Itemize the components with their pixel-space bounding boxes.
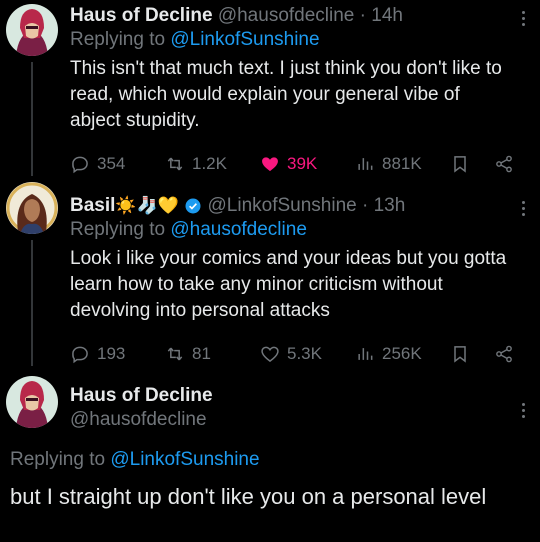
views-count: 256K bbox=[382, 344, 422, 363]
verified-icon bbox=[185, 198, 201, 214]
separator: · bbox=[359, 5, 366, 26]
reply-button[interactable]: 354 bbox=[70, 152, 125, 176]
replying-to-label: Replying to bbox=[70, 29, 166, 50]
tweet-2[interactable]: Basil☀️🧦💛 @LinkofSunshine · 13h Replying… bbox=[0, 180, 540, 370]
share-button[interactable] bbox=[494, 342, 514, 366]
replying-to-link[interactable]: @LinkofSunshine bbox=[170, 29, 319, 50]
action-bar: 193 81 5.3K 256K bbox=[70, 342, 518, 366]
like-icon bbox=[261, 346, 279, 363]
share-icon bbox=[496, 345, 512, 363]
share-button[interactable] bbox=[494, 152, 514, 176]
separator: · bbox=[362, 195, 369, 216]
more-icon[interactable] bbox=[522, 8, 526, 29]
views-icon bbox=[358, 348, 373, 360]
author-name[interactable]: Haus of Decline bbox=[70, 385, 213, 406]
views-count: 881K bbox=[382, 154, 422, 173]
tweet-1[interactable]: Haus of Decline @hausofdecline · 14h Rep… bbox=[0, 0, 540, 180]
author-name[interactable]: Basil bbox=[70, 195, 115, 216]
author-handle[interactable]: @hausofdecline bbox=[70, 409, 207, 430]
avatar[interactable] bbox=[6, 376, 58, 428]
views-icon bbox=[358, 158, 373, 170]
like-icon bbox=[262, 157, 278, 172]
replying-to-link[interactable]: @hausofdecline bbox=[170, 219, 307, 240]
bookmark-icon bbox=[454, 156, 466, 173]
timestamp[interactable]: 13h bbox=[374, 195, 406, 216]
bookmark-button[interactable] bbox=[450, 342, 470, 366]
replying-to-link[interactable]: @LinkofSunshine bbox=[110, 449, 259, 470]
replying-to-label: Replying to bbox=[10, 449, 106, 470]
thread-line bbox=[31, 240, 33, 366]
tweet-text: Look i like your comics and your ideas b… bbox=[70, 248, 507, 321]
reply-count: 354 bbox=[97, 154, 126, 173]
repost-icon bbox=[167, 157, 183, 171]
repost-button[interactable]: 1.2K bbox=[165, 152, 227, 176]
action-bar: 354 1.2K 39K 881K bbox=[70, 152, 518, 176]
reply-icon bbox=[72, 156, 88, 174]
replying-to-label: Replying to bbox=[70, 219, 166, 240]
author-handle[interactable]: @hausofdecline bbox=[218, 5, 355, 26]
like-count: 5.3K bbox=[287, 344, 322, 363]
author-handle[interactable]: @LinkofSunshine bbox=[208, 195, 357, 216]
more-icon[interactable] bbox=[522, 400, 526, 421]
author-name[interactable]: Haus of Decline bbox=[70, 5, 213, 26]
tweet-text: but I straight up don't like you on a pe… bbox=[10, 484, 487, 509]
repost-icon bbox=[167, 347, 183, 361]
bookmark-icon bbox=[454, 346, 466, 363]
thread-line bbox=[31, 62, 33, 176]
repost-count: 1.2K bbox=[192, 154, 227, 173]
reply-button[interactable]: 193 bbox=[70, 342, 125, 366]
avatar[interactable] bbox=[6, 182, 58, 234]
reply-icon bbox=[72, 346, 88, 364]
views-button[interactable]: 256K bbox=[355, 342, 422, 366]
like-count: 39K bbox=[287, 154, 318, 173]
like-button[interactable]: 39K bbox=[260, 152, 317, 176]
tweet-text: This isn't that much text. I just think … bbox=[70, 58, 502, 131]
more-icon[interactable] bbox=[522, 198, 526, 219]
repost-count: 81 bbox=[192, 344, 211, 363]
reply-count: 193 bbox=[97, 344, 126, 363]
author-name-emojis: ☀️🧦💛 bbox=[115, 196, 179, 216]
like-button[interactable]: 5.3K bbox=[260, 342, 322, 366]
repost-button[interactable]: 81 bbox=[165, 342, 211, 366]
tweet-3-focused[interactable]: Haus of Decline @hausofdecline Replying … bbox=[0, 370, 540, 542]
bookmark-button[interactable] bbox=[450, 152, 470, 176]
timestamp[interactable]: 14h bbox=[371, 5, 403, 26]
views-button[interactable]: 881K bbox=[355, 152, 422, 176]
avatar[interactable] bbox=[6, 4, 58, 56]
share-icon bbox=[496, 155, 512, 173]
